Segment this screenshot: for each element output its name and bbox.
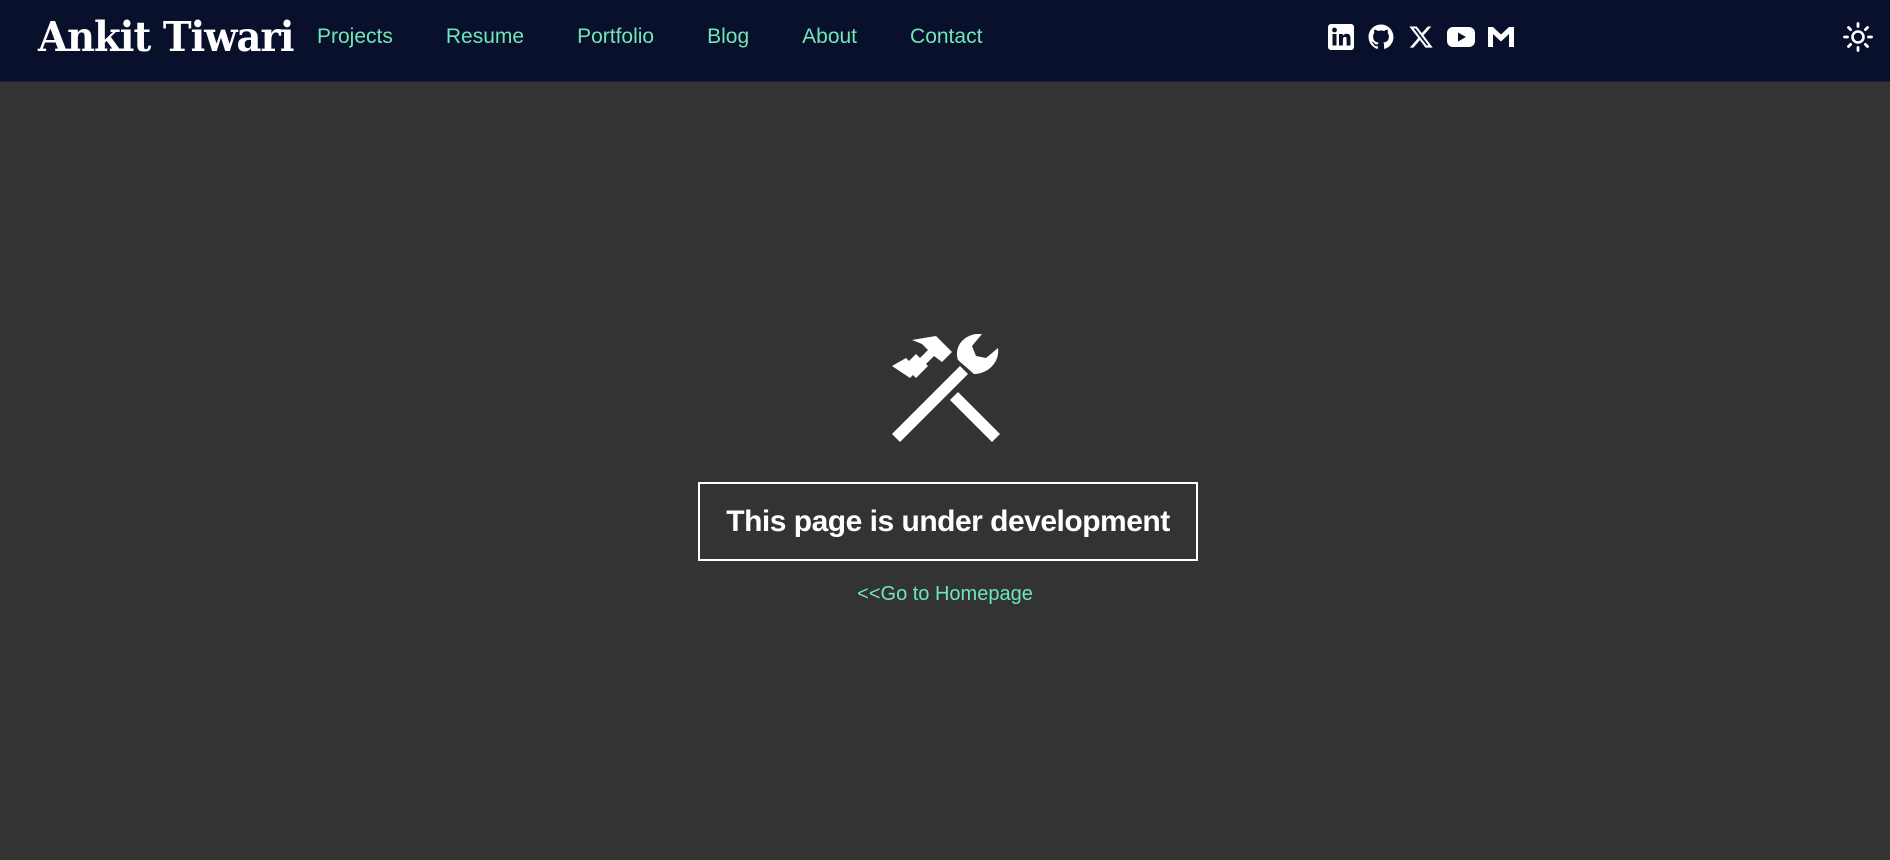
main-content: [0, 82, 1890, 860]
nav-item-contact: Contact: [910, 25, 982, 49]
tools-icon: [892, 334, 1000, 442]
sun-icon: [1843, 22, 1873, 52]
nav-link-blog[interactable]: Blog: [707, 25, 749, 48]
nav-item-about: About: [802, 25, 857, 49]
nav-item-projects: Projects: [317, 25, 393, 49]
go-to-homepage-link[interactable]: <<Go to Homepage: [0, 583, 1890, 606]
under-development-message: This page is under development: [726, 504, 1170, 538]
nav-link-resume[interactable]: Resume: [446, 25, 524, 48]
nav-link-projects[interactable]: Projects: [317, 25, 393, 48]
nav-link-about[interactable]: About: [802, 25, 857, 48]
nav-item-portfolio: Portfolio: [577, 25, 654, 49]
nav-item-blog: Blog: [707, 25, 749, 49]
nav-link-portfolio[interactable]: Portfolio: [577, 25, 654, 48]
nav-link-contact[interactable]: Contact: [910, 25, 982, 48]
nav-item-resume: Resume: [446, 25, 524, 49]
nav-links: Projects Resume Portfolio Blog About Con…: [317, 0, 1035, 74]
brand-logo[interactable]: Ankit Tiwari: [38, 12, 295, 62]
gmail-icon[interactable]: [1486, 22, 1516, 52]
youtube-icon[interactable]: [1446, 22, 1476, 52]
navbar: Ankit Tiwari Projects Resume Portfolio B…: [0, 0, 1890, 82]
github-icon[interactable]: [1366, 22, 1396, 52]
linkedin-icon[interactable]: [1326, 22, 1356, 52]
under-development-box: This page is under development: [698, 482, 1198, 561]
theme-toggle-button[interactable]: [1841, 20, 1875, 54]
social-links: [1326, 22, 1526, 52]
x-twitter-icon[interactable]: [1406, 22, 1436, 52]
